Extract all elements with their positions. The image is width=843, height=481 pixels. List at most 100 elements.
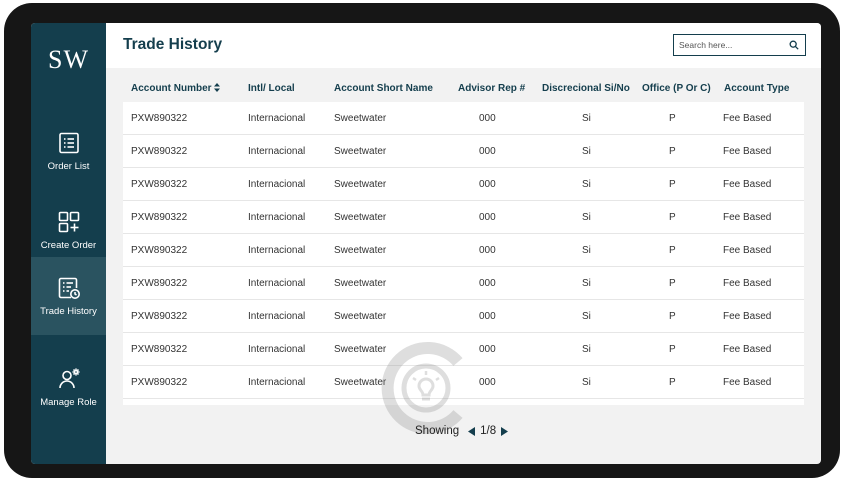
cell-advisor-rep: 000 — [479, 245, 496, 256]
table-row[interactable]: PXW890322 Internacional Sweetwater 000 Si P Fe… — [123, 234, 804, 267]
cell-account-short-name: Sweetwater — [334, 146, 387, 157]
column-header-account-short-name: Account Short Name — [334, 83, 433, 94]
app-screen: SW Order List Create Order Trade History… — [31, 23, 821, 464]
column-header-advisor-rep: Advisor Rep # — [458, 83, 526, 94]
cell-account-number: PXW890322 — [131, 344, 188, 355]
cell-account-type: Fee Based — [723, 179, 772, 190]
cell-account-type: Fee Based — [723, 212, 772, 223]
app-logo: SW — [48, 45, 89, 74]
pagination: Showing 1/8 — [415, 423, 509, 439]
cell-account-short-name: Sweetwater — [334, 311, 387, 322]
cell-advisor-rep: 000 — [479, 377, 496, 388]
cell-account-short-name: Sweetwater — [334, 179, 387, 190]
column-header-office: Office (P Or C) — [642, 83, 711, 94]
cell-office: P — [669, 278, 676, 289]
history-list-icon — [58, 277, 80, 299]
cell-advisor-rep: 000 — [479, 278, 496, 289]
cell-account-short-name: Sweetwater — [334, 278, 387, 289]
cell-account-number: PXW890322 — [131, 179, 188, 190]
cell-office: P — [669, 212, 676, 223]
cell-intl-local: Internacional — [248, 113, 306, 124]
table-row[interactable]: PXW890322 Internacional Sweetwater 000 Si P Fe… — [123, 267, 804, 300]
table-row[interactable]: PXW890322 Internacional Sweetwater 000 Si P Fe… — [123, 333, 804, 366]
cell-intl-local: Internacional — [248, 212, 306, 223]
cell-intl-local: Internacional — [248, 377, 306, 388]
cell-account-type: Fee Based — [723, 245, 772, 256]
cell-advisor-rep: 000 — [479, 311, 496, 322]
column-header-account-number[interactable]: Account Number — [131, 83, 220, 94]
cell-office: P — [669, 245, 676, 256]
cell-discrecional: Si — [582, 278, 591, 289]
cell-account-type: Fee Based — [723, 311, 772, 322]
sidebar-item-label: Create Order — [40, 239, 97, 251]
table-row[interactable]: PXW890322 Internacional Sweetwater 000 Si P Fe… — [123, 135, 804, 168]
cell-advisor-rep: 000 — [479, 212, 496, 223]
sidebar-item-trade-history[interactable]: Trade History — [31, 257, 106, 335]
cell-office: P — [669, 311, 676, 322]
cell-discrecional: Si — [582, 179, 591, 190]
table-row[interactable]: PXW890322 Internacional Sweetwater 000 Si P Fe… — [123, 366, 804, 399]
cell-office: P — [669, 179, 676, 190]
page-title: Trade History — [123, 36, 223, 53]
grid-plus-icon — [58, 211, 79, 232]
cell-advisor-rep: 000 — [479, 344, 496, 355]
cell-account-number: PXW890322 — [131, 113, 188, 124]
cell-intl-local: Internacional — [248, 146, 306, 157]
page-header: Trade History — [106, 23, 821, 68]
cell-intl-local: Internacional — [248, 179, 306, 190]
cell-office: P — [669, 344, 676, 355]
cell-intl-local: Internacional — [248, 344, 306, 355]
cell-account-number: PXW890322 — [131, 212, 188, 223]
search-box[interactable] — [673, 34, 806, 56]
column-header-label: Account Number — [131, 83, 212, 94]
cell-account-type: Fee Based — [723, 278, 772, 289]
cell-office: P — [669, 377, 676, 388]
cell-intl-local: Internacional — [248, 311, 306, 322]
sidebar-item-label: Trade History — [40, 305, 97, 317]
sidebar-item-order-list[interactable]: Order List — [31, 112, 106, 190]
sidebar: SW Order List Create Order Trade History… — [31, 23, 106, 464]
previous-page-icon[interactable] — [468, 426, 476, 436]
cell-account-short-name: Sweetwater — [334, 212, 387, 223]
cell-discrecional: Si — [582, 311, 591, 322]
column-header-account-type: Account Type — [724, 83, 790, 94]
cell-account-number: PXW890322 — [131, 146, 188, 157]
cell-discrecional: Si — [582, 344, 591, 355]
sidebar-item-manage-role[interactable]: Manage Role — [31, 348, 106, 426]
cell-account-number: PXW890322 — [131, 377, 188, 388]
list-icon — [58, 132, 79, 153]
cell-advisor-rep: 000 — [479, 113, 496, 124]
search-input[interactable] — [679, 38, 779, 52]
table-row[interactable]: PXW890322 Internacional Sweetwater 000 Si P Fe… — [123, 168, 804, 201]
cell-discrecional: Si — [582, 113, 591, 124]
table-row[interactable]: PXW890322 Internacional Sweetwater 000 Si P Fe… — [123, 201, 804, 234]
table-row[interactable]: PXW890322 Internacional Sweetwater 000 Si P Fe… — [123, 300, 804, 333]
cell-account-short-name: Sweetwater — [334, 377, 387, 388]
trade-history-table: PXW890322 Internacional Sweetwater 000 Si P Fe… — [123, 102, 804, 405]
sort-icon[interactable] — [213, 83, 220, 92]
cell-discrecional: Si — [582, 146, 591, 157]
column-header-discrecional: Discrecional Si/No — [542, 83, 630, 94]
table-row[interactable]: PXW890322 Internacional Sweetwater 000 Si P Fe… — [123, 102, 804, 135]
cell-office: P — [669, 113, 676, 124]
cell-account-number: PXW890322 — [131, 311, 188, 322]
cell-discrecional: Si — [582, 212, 591, 223]
cell-account-short-name: Sweetwater — [334, 113, 387, 124]
table-header: Account Number Intl/ Local Account Short… — [123, 79, 804, 101]
cell-intl-local: Internacional — [248, 245, 306, 256]
cell-discrecional: Si — [582, 377, 591, 388]
cell-advisor-rep: 000 — [479, 179, 496, 190]
cell-account-number: PXW890322 — [131, 245, 188, 256]
search-icon[interactable] — [789, 40, 799, 50]
cell-account-type: Fee Based — [723, 377, 772, 388]
pagination-label: Showing — [415, 425, 460, 437]
next-page-icon[interactable] — [500, 426, 509, 436]
cell-account-type: Fee Based — [723, 344, 772, 355]
tablet-frame: SW Order List Create Order Trade History… — [4, 3, 840, 478]
cell-account-type: Fee Based — [723, 113, 772, 124]
cell-advisor-rep: 000 — [479, 146, 496, 157]
cell-account-number: PXW890322 — [131, 278, 188, 289]
cell-intl-local: Internacional — [248, 278, 306, 289]
cell-account-short-name: Sweetwater — [334, 245, 387, 256]
cell-account-type: Fee Based — [723, 146, 772, 157]
